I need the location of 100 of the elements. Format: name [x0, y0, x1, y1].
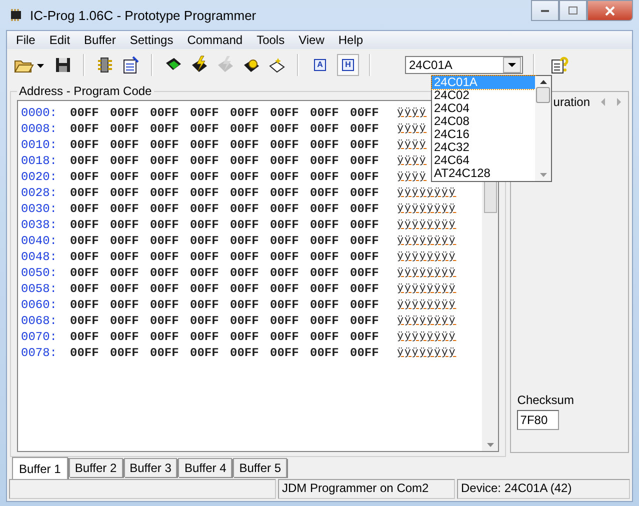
dropdown-option[interactable]: 24C32: [432, 141, 535, 154]
hex-word: 00FF: [350, 170, 380, 184]
hex-word: 00FF: [310, 298, 340, 312]
hex-word: 00FF: [270, 186, 300, 200]
dropdown-option[interactable]: AT24C128: [432, 167, 535, 180]
hex-word: 00FF: [270, 154, 300, 168]
hex-word: 00FF: [230, 250, 260, 264]
dropdown-option[interactable]: 24C16: [432, 128, 535, 141]
status-text: JDM Programmer on Com2: [278, 479, 455, 499]
hex-word: 00FF: [350, 282, 380, 296]
dropdown-option[interactable]: 24C64: [432, 154, 535, 167]
menu-item[interactable]: Edit: [42, 33, 78, 47]
hex-word: 00FF: [230, 298, 260, 312]
hex-word: 00FF: [350, 106, 380, 120]
buffer-tab[interactable]: Buffer 2: [68, 458, 123, 477]
scroll-down-arrow-icon[interactable]: [540, 173, 546, 177]
hex-word: 00FF: [70, 298, 100, 312]
address-label: 0060:: [21, 298, 58, 312]
minimize-button[interactable]: [531, 0, 559, 21]
maximize-icon: [568, 6, 578, 15]
hex-word: 00FF: [350, 250, 380, 264]
hex-word: 00FF: [190, 186, 220, 200]
hex-word: 00FF: [70, 250, 100, 264]
buffer-tab[interactable]: Buffer 3: [124, 458, 178, 477]
hex-word: 00FF: [150, 298, 180, 312]
hex-word: 00FF: [270, 250, 300, 264]
address-label: 0070:: [21, 330, 58, 344]
address-label: 0010:: [21, 138, 58, 152]
menu-item[interactable]: Settings: [122, 33, 180, 47]
chip-icon[interactable]: [95, 55, 115, 75]
ascii-text: ÿÿÿÿÿÿÿÿ: [397, 283, 456, 295]
scroll-up-arrow-icon[interactable]: [540, 80, 546, 84]
hex-view-button[interactable]: H: [337, 54, 359, 76]
hex-word: 00FF: [230, 154, 260, 168]
hex-word: 00FF: [350, 138, 380, 152]
hex-word: 00FF: [230, 234, 260, 248]
hex-word: 00FF: [110, 202, 140, 216]
hex-word: 00FF: [190, 234, 220, 248]
hex-word: 00FF: [70, 314, 100, 328]
hex-word: 00FF: [270, 138, 300, 152]
dropdown-option[interactable]: 24C08: [432, 115, 535, 128]
address-label: 0028:: [21, 186, 58, 200]
hex-word: 00FF: [110, 170, 140, 184]
hex-word: 00FF: [110, 298, 140, 312]
buffer-tab[interactable]: Buffer 1: [12, 457, 68, 479]
hex-word: 00FF: [110, 154, 140, 168]
hex-word: 00FF: [270, 314, 300, 328]
hex-word: 00FF: [70, 202, 100, 216]
dropdown-option[interactable]: 24C02: [432, 89, 535, 102]
menu-item[interactable]: Buffer: [77, 33, 123, 47]
hex-word: 00FF: [150, 154, 180, 168]
hex-word: 00FF: [310, 202, 340, 216]
scrollbar-thumb[interactable]: [536, 87, 550, 103]
ascii-text: ÿÿÿÿÿÿÿÿ: [397, 251, 456, 263]
dropdown-option[interactable]: 24C04: [432, 102, 535, 115]
menu-item[interactable]: File: [9, 33, 42, 47]
help-icon[interactable]: [549, 55, 569, 75]
buffer-tab[interactable]: Buffer 4: [178, 458, 232, 477]
ascii-view-button[interactable]: A: [309, 54, 331, 76]
menu-item[interactable]: Help: [331, 33, 370, 47]
hex-word: 00FF: [190, 346, 220, 360]
settings-icon[interactable]: [121, 55, 141, 75]
hex-word: 00FF: [350, 314, 380, 328]
hex-word: 00FF: [150, 218, 180, 232]
menu-item[interactable]: Tools: [250, 33, 292, 47]
hex-word: 00FF: [350, 122, 380, 136]
ascii-text: ÿÿÿÿ: [397, 139, 427, 151]
ascii-text: ÿÿÿÿÿÿÿÿ: [397, 299, 456, 311]
close-button[interactable]: [587, 0, 633, 21]
hex-word: 00FF: [150, 186, 180, 200]
hex-word: 00FF: [310, 138, 340, 152]
menu-item[interactable]: Command: [180, 33, 250, 47]
scroll-down-arrow-icon[interactable]: [486, 443, 494, 447]
hex-word: 00FF: [310, 314, 340, 328]
ascii-text: ÿÿÿÿ: [397, 155, 427, 167]
ascii-text: ÿÿÿÿÿÿÿÿ: [397, 219, 456, 231]
menu-item[interactable]: View: [292, 33, 332, 47]
hex-word: 00FF: [150, 138, 180, 152]
maximize-button[interactable]: [559, 0, 587, 21]
hex-word: 00FF: [70, 106, 100, 120]
hex-word: 00FF: [190, 138, 220, 152]
hex-word: 00FF: [230, 314, 260, 328]
hex-word: 00FF: [150, 250, 180, 264]
hex-word: 00FF: [310, 346, 340, 360]
hex-word: 00FF: [350, 330, 380, 344]
group-title: uration: [553, 95, 590, 109]
address-label: 0068:: [21, 314, 58, 328]
hex-word: 00FF: [150, 202, 180, 216]
hex-word: 00FF: [150, 234, 180, 248]
hex-word: 00FF: [70, 330, 100, 344]
buffer-tab[interactable]: Buffer 5: [233, 458, 288, 477]
hex-word: 00FF: [270, 282, 300, 296]
hex-word: 00FF: [190, 266, 220, 280]
device-dropdown[interactable]: 24C01A: [405, 56, 523, 74]
hex-word: 00FF: [110, 282, 140, 296]
address-label: 0020:: [21, 170, 58, 184]
address-label: 0030:: [21, 202, 58, 216]
address-label: 0018:: [21, 154, 58, 168]
hex-word: 00FF: [350, 234, 380, 248]
hex-word: 00FF: [270, 234, 300, 248]
